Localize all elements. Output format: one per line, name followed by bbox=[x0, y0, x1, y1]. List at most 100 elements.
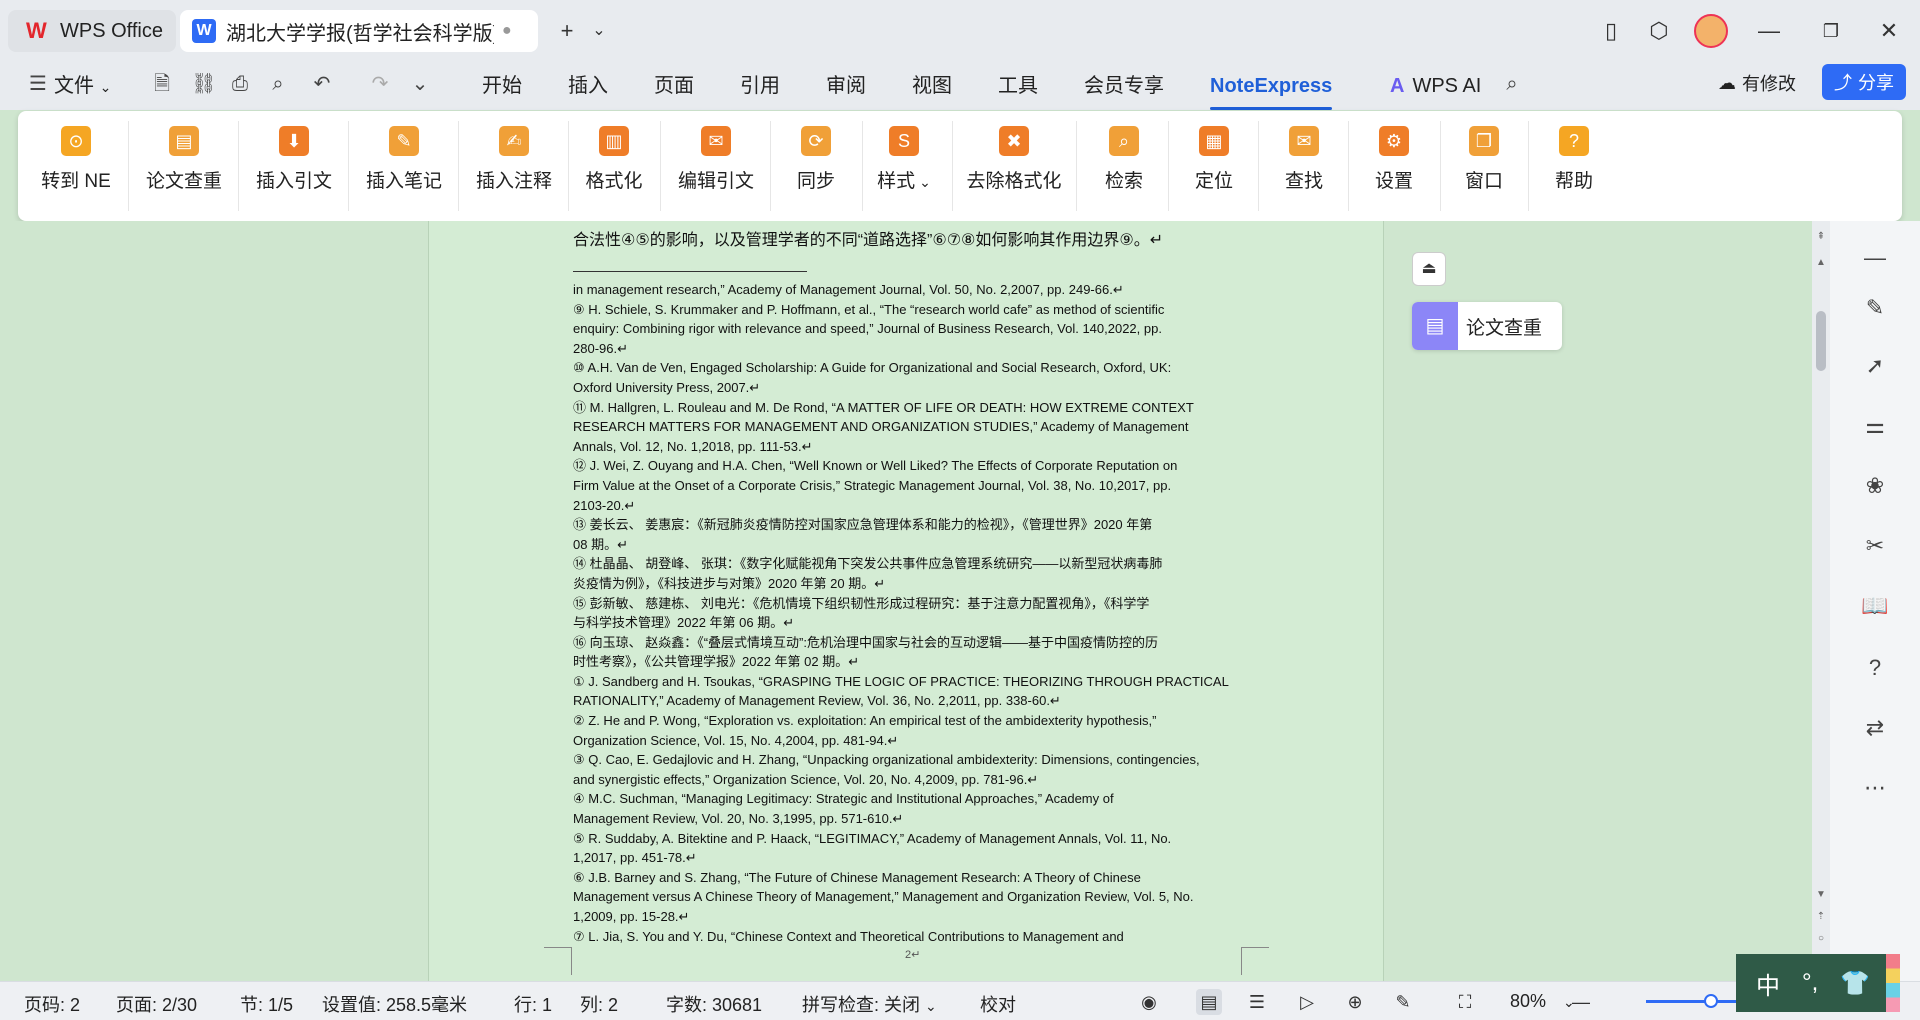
close-icon[interactable]: ✕ bbox=[1874, 16, 1904, 46]
restore-window-icon[interactable]: ❐ bbox=[1816, 16, 1846, 46]
more-chevron-icon[interactable]: ⌄ bbox=[406, 70, 434, 98]
adjust-sliders-icon[interactable]: ⚌ bbox=[1860, 411, 1890, 441]
ribbon-button-3[interactable]: ✎ 插入笔记 bbox=[354, 126, 454, 193]
collapse-panel-icon[interactable]: ⏏ bbox=[1412, 252, 1446, 286]
menu-reference[interactable]: 引用 bbox=[740, 70, 780, 102]
new-tab-plus-icon[interactable]: + bbox=[552, 16, 582, 46]
ribbon-button-10[interactable]: ⌕ 检索 bbox=[1074, 126, 1174, 193]
modify-status[interactable]: ☁ 有修改 bbox=[1718, 70, 1796, 96]
menu-page[interactable]: 页面 bbox=[654, 70, 694, 102]
ribbon-button-1[interactable]: ▤ 论文查重 bbox=[134, 126, 234, 193]
undo-icon[interactable]: ↶ bbox=[308, 70, 336, 98]
edit-pen-icon[interactable]: ✎ bbox=[1860, 293, 1890, 323]
ribbon-button-13[interactable]: ⚙ 设置 bbox=[1344, 126, 1444, 193]
status-section[interactable]: 节: 1/5 bbox=[240, 991, 293, 1017]
tab-document[interactable]: W 湖北大学学报(哲学社会科学版) 投稿 ● bbox=[180, 10, 538, 52]
save-icon[interactable]: 🗎 bbox=[148, 70, 176, 98]
ribbon-button-6[interactable]: ✉ 编辑引文 bbox=[666, 126, 766, 193]
ribbon-button-5[interactable]: ▥ 格式化 bbox=[564, 126, 664, 193]
minimize-icon[interactable]: — bbox=[1754, 16, 1784, 46]
document-page[interactable]: 合法性④⑤的影响，以及管理学者的不同“道路选择”⑥⑦⑧如何影响其作用边界⑨。↵ … bbox=[428, 221, 1384, 981]
outline-view-icon[interactable]: ☰ bbox=[1244, 989, 1270, 1015]
file-menu[interactable]: 文件 ⌄ bbox=[54, 70, 111, 102]
fit-page-icon[interactable]: ⛶ bbox=[1452, 989, 1478, 1015]
cube-icon[interactable]: ⬡ bbox=[1644, 16, 1674, 46]
menu-view[interactable]: 视图 bbox=[912, 70, 952, 102]
ribbon-button-7[interactable]: ⟳ 同步 bbox=[766, 126, 866, 193]
share-label: 分享 bbox=[1858, 73, 1894, 93]
status-column[interactable]: 列: 2 bbox=[580, 991, 618, 1017]
ribbon-button-2[interactable]: ⬇ 插入引文 bbox=[244, 126, 344, 193]
page-view-icon[interactable]: ▤ bbox=[1196, 989, 1222, 1015]
status-spell-check[interactable]: 拼写检查: 关闭 ⌄ bbox=[802, 991, 937, 1017]
ime-punctuation[interactable]: °, bbox=[1802, 969, 1818, 997]
play-icon[interactable]: ▷ bbox=[1294, 989, 1320, 1015]
select-browse-object-icon[interactable]: ○ bbox=[1812, 933, 1830, 944]
scroll-up-arrow-icon[interactable]: ▲ bbox=[1812, 257, 1830, 268]
hamburger-menu-icon[interactable]: ☰ bbox=[24, 70, 52, 98]
ribbon-button-14[interactable]: ❐ 窗口 bbox=[1434, 126, 1534, 193]
search-icon[interactable]: ⌕ bbox=[1498, 70, 1526, 98]
chevron-down-icon: ⌄ bbox=[925, 998, 937, 1014]
menu-wps-ai[interactable]: A WPS AI bbox=[1390, 70, 1481, 102]
menu-member[interactable]: 会员专享 bbox=[1084, 70, 1164, 102]
translate-icon[interactable]: ⇄ bbox=[1860, 713, 1890, 743]
status-row[interactable]: 行: 1 bbox=[514, 991, 552, 1017]
tab-list-chevron-icon[interactable]: ⌄ bbox=[584, 16, 614, 46]
prev-page-icon[interactable]: ⇡ bbox=[1812, 911, 1830, 922]
more-options-icon[interactable]: ⋯ bbox=[1860, 773, 1890, 803]
web-view-icon[interactable]: ⊕ bbox=[1342, 989, 1368, 1015]
scroll-top-icon[interactable]: ⇞ bbox=[1812, 231, 1830, 242]
status-page[interactable]: 页面: 2/30 bbox=[116, 991, 197, 1017]
unsaved-dot-icon[interactable]: ● bbox=[502, 22, 512, 40]
menu-tools[interactable]: 工具 bbox=[998, 70, 1038, 102]
zoom-slider-handle[interactable] bbox=[1704, 994, 1718, 1008]
ribbon-button-4[interactable]: ✍ 插入注释 bbox=[464, 126, 564, 193]
writing-mode-icon[interactable]: ✎ bbox=[1390, 989, 1416, 1015]
ribbon-button-8[interactable]: S 样式 ⌄ bbox=[854, 126, 954, 193]
share-button[interactable]: ⤴ 分享 bbox=[1822, 64, 1906, 100]
footnote-line: 炎疫情为例》，《科技进步与对策》2020 年第 20 期。↵ bbox=[573, 575, 886, 591]
zoom-level[interactable]: 80% ⌄ bbox=[1510, 991, 1575, 1012]
status-page-code[interactable]: 页码: 2 bbox=[24, 991, 80, 1017]
eye-protection-icon[interactable]: ◉ bbox=[1136, 989, 1162, 1015]
footnote-line: ⑯ 向玉琼、 赵焱鑫：《“叠层式情境互动”:危机治理中国家与社会的互动逻辑——基… bbox=[573, 634, 1158, 650]
menu-start[interactable]: 开始 bbox=[482, 70, 522, 102]
link-icon[interactable]: ⛓ bbox=[190, 70, 218, 98]
print-preview-icon[interactable]: ⌕ bbox=[264, 70, 292, 98]
zoom-out-icon[interactable]: — bbox=[1568, 989, 1594, 1015]
status-proofread[interactable]: 校对 bbox=[980, 991, 1016, 1017]
footnote-line: ② Z. He and P. Wong, “Exploration vs. ex… bbox=[573, 713, 1157, 729]
input-method-toolbar[interactable]: 中 °, 👕 bbox=[1736, 954, 1886, 1012]
status-word-count[interactable]: 字数: 30681 bbox=[666, 991, 762, 1017]
avatar[interactable] bbox=[1694, 14, 1728, 48]
ime-language[interactable]: 中 bbox=[1756, 966, 1780, 1001]
menu-noteexpress[interactable]: NoteExpress bbox=[1210, 70, 1333, 110]
tools-icon[interactable]: ✂ bbox=[1860, 531, 1890, 561]
help-icon[interactable]: ? bbox=[1860, 653, 1890, 683]
vertical-scrollbar[interactable]: ⇞ ▲ ▼ ⇡ ○ bbox=[1812, 221, 1830, 981]
footnote-line: ④ M.C. Suchman, “Managing Legitimacy: St… bbox=[573, 791, 1114, 807]
paper-check-button[interactable]: ▤ 论文查重 bbox=[1412, 302, 1562, 350]
select-cursor-icon[interactable]: ➚ bbox=[1860, 351, 1890, 381]
footnote-line: 1,2009, pp. 15-28.↵ bbox=[573, 909, 690, 924]
tab-wps-office[interactable]: W WPS Office bbox=[8, 10, 176, 52]
ribbon-button-15[interactable]: ? 帮助 bbox=[1524, 126, 1624, 193]
image-edit-icon[interactable]: ❀ bbox=[1860, 471, 1890, 501]
ribbon-button-0[interactable]: ⊙ 转到 NE bbox=[26, 126, 126, 193]
menu-insert[interactable]: 插入 bbox=[568, 70, 608, 102]
ribbon-button-11[interactable]: ▦ 定位 bbox=[1164, 126, 1264, 193]
book-search-icon[interactable]: 📖 bbox=[1860, 591, 1890, 621]
status-setting-value[interactable]: 设置值: 258.5毫米 bbox=[322, 991, 467, 1017]
print-icon[interactable]: ⎙ bbox=[226, 70, 254, 98]
scrollbar-thumb[interactable] bbox=[1816, 311, 1826, 371]
ribbon-button-12[interactable]: ✉ 查找 bbox=[1254, 126, 1354, 193]
reading-mode-icon[interactable]: ▯ bbox=[1596, 16, 1626, 46]
zoom-slider[interactable] bbox=[1646, 1000, 1736, 1003]
ribbon-button-9[interactable]: ✖ 去除格式化 bbox=[964, 126, 1064, 193]
redo-icon[interactable]: ↷ bbox=[366, 70, 394, 98]
menu-review[interactable]: 审阅 bbox=[826, 70, 866, 102]
collapse-sidebar-icon[interactable]: — bbox=[1860, 243, 1890, 273]
scroll-down-arrow-icon[interactable]: ▼ bbox=[1812, 889, 1830, 900]
ime-skin-icon[interactable]: 👕 bbox=[1840, 969, 1870, 998]
